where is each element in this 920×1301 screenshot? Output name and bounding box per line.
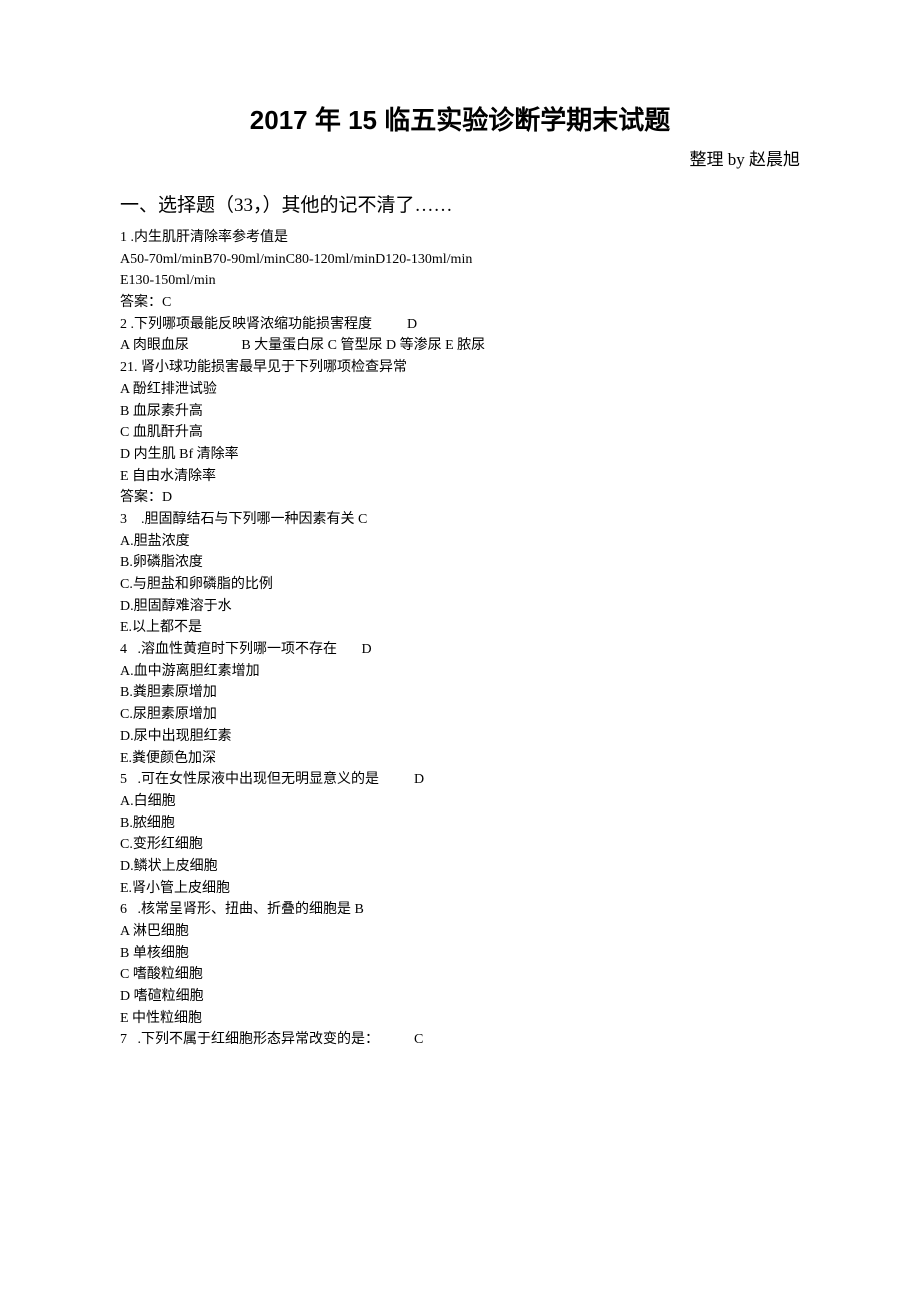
text-line: A50-70ml/minB70-90ml/minC80-120ml/minD12… [120,249,800,271]
text-line: A.胆盐浓度 [120,531,800,553]
text-line: E 中性粒细胞 [120,1008,800,1030]
text-line: 5 .可在女性尿液中出现但无明显意义的是 D [120,769,800,791]
text-line: B.粪胆素原增加 [120,682,800,704]
text-line: 7 .下列不属于红细胞形态异常改变的是： C [120,1029,800,1051]
text-line: E.粪便颜色加深 [120,748,800,770]
text-line: B.脓细胞 [120,813,800,835]
section-heading: 一、选择题（33，）其他的记不清了…… [120,190,800,217]
text-line: E 自由水清除率 [120,466,800,488]
text-line: A 酚红排泄试验 [120,379,800,401]
text-line: E130-150ml/min [120,270,800,292]
text-line: D 内生肌 Bf 清除率 [120,444,800,466]
text-line: D 嗜碹粒细胞 [120,986,800,1008]
byline: 整理 by 赵晨旭 [120,145,800,170]
document-page: 2017 年 15 临五实验诊断学期末试题 整理 by 赵晨旭 一、选择题（33… [0,0,920,1111]
text-line: C.尿胆素原增加 [120,704,800,726]
text-line: A 淋巴细胞 [120,921,800,943]
text-line: A.血中游离胆红素增加 [120,661,800,683]
text-line: E.以上都不是 [120,617,800,639]
text-line: C.与胆盐和卵磷脂的比例 [120,574,800,596]
text-line: A 肉眼血尿 B 大量蛋白尿 C 管型尿 D 等渗尿 E 脓尿 [120,335,800,357]
text-line: 答案：C [120,292,800,314]
text-line: 答案：D [120,487,800,509]
text-line: 2 .下列哪项最能反映肾浓缩功能损害程度 D [120,314,800,336]
text-line: 4 .溶血性黄疸时下列哪一项不存在 D [120,639,800,661]
text-line: C 嗜酸粒细胞 [120,964,800,986]
text-line: C.变形红细胞 [120,834,800,856]
text-line: B.卵磷脂浓度 [120,552,800,574]
text-line: 3 .胆固醇结石与下列哪一种因素有关 C [120,509,800,531]
text-line: 21. 肾小球功能损害最早见于下列哪项检查异常 [120,357,800,379]
text-line: D.鳞状上皮细胞 [120,856,800,878]
text-line: D.尿中出现胆红素 [120,726,800,748]
text-line: D.胆固醇难溶于水 [120,596,800,618]
page-title: 2017 年 15 临五实验诊断学期末试题 [120,100,800,137]
text-line: B 单核细胞 [120,943,800,965]
text-line: 6 .核常呈肾形、扭曲、折叠的细胞是 B [120,899,800,921]
text-line: A.白细胞 [120,791,800,813]
text-line: E.肾小管上皮细胞 [120,878,800,900]
text-line: 1 .内生肌肝清除率参考值是 [120,227,800,249]
text-line: B 血尿素升高 [120,401,800,423]
text-line: C 血肌酐升高 [120,422,800,444]
